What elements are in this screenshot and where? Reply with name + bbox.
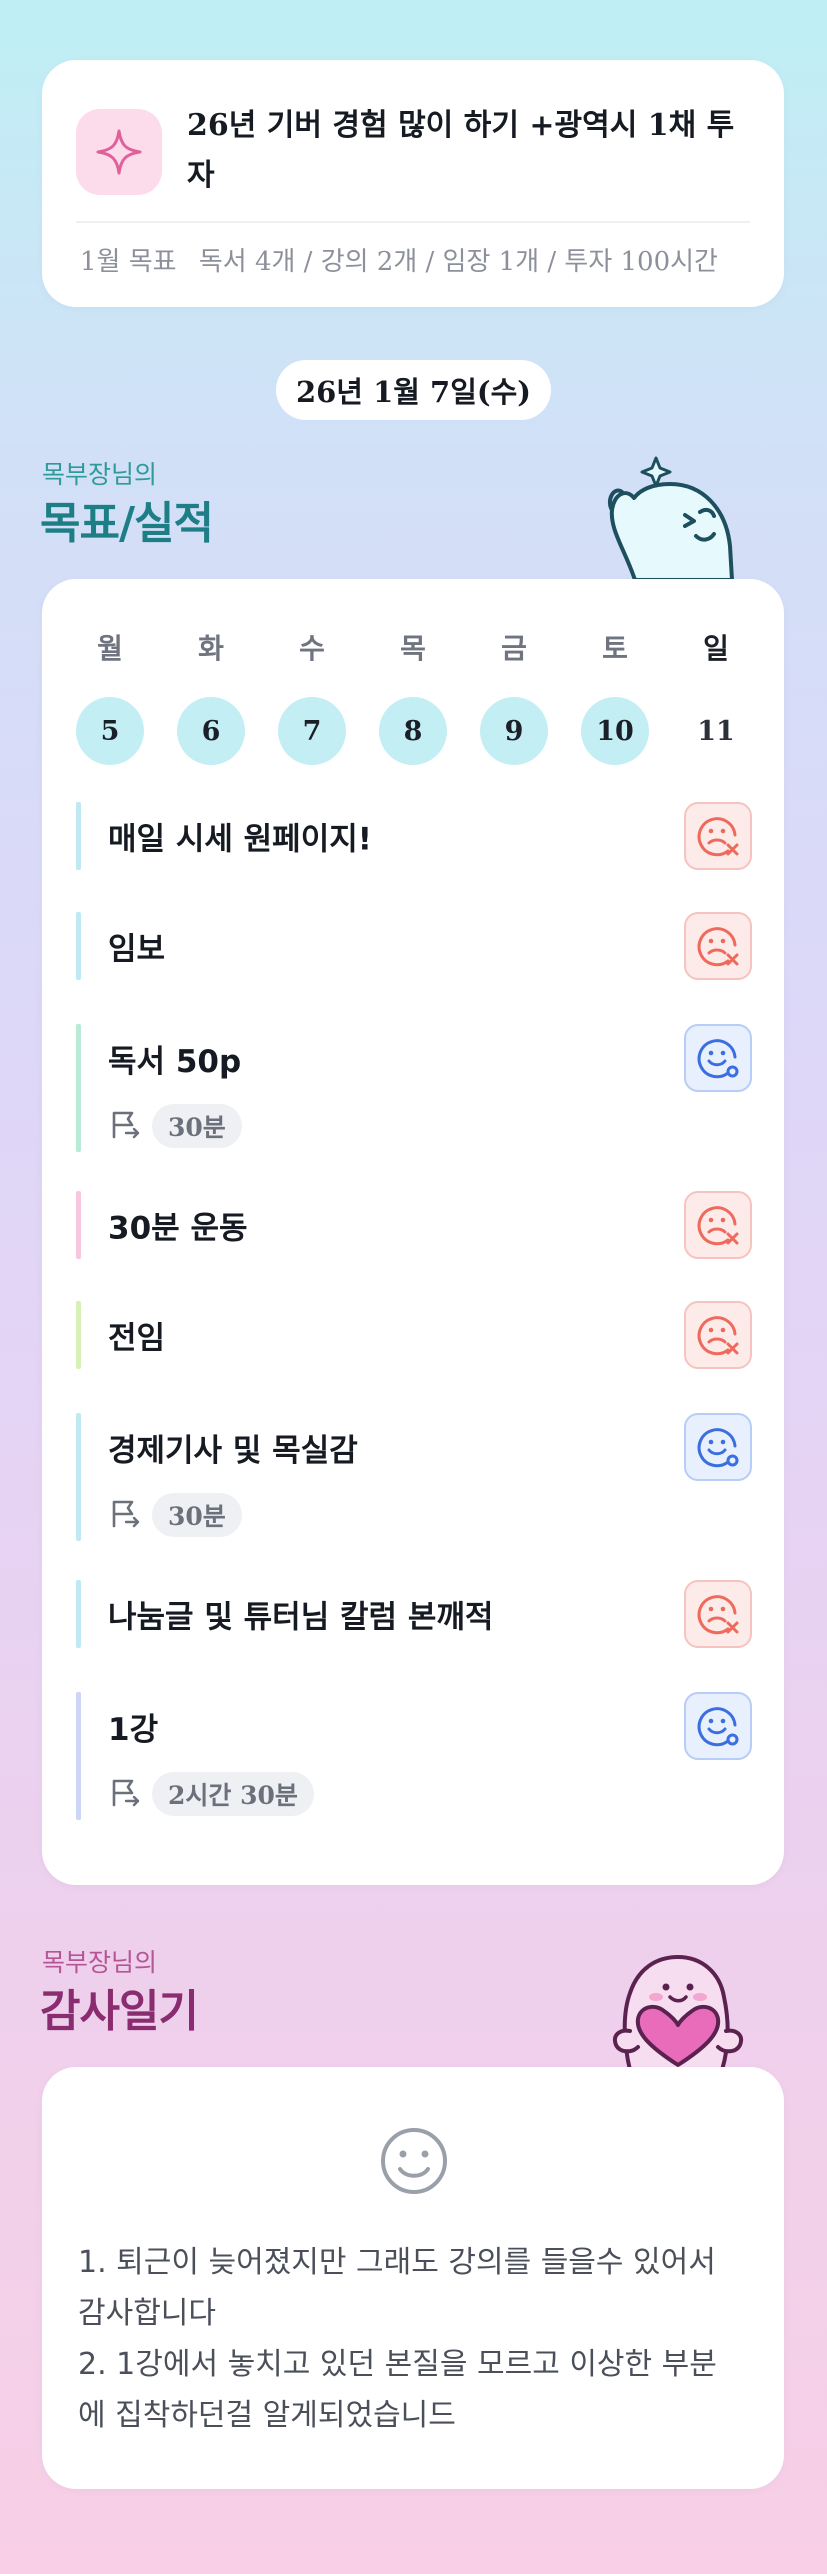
success-face-icon[interactable] [684, 1692, 752, 1760]
day-thu[interactable]: 목 8 [379, 629, 447, 765]
date-pill[interactable]: 26년 1월 7일(수) [276, 360, 551, 420]
day-date: 7 [278, 697, 346, 765]
task-row[interactable]: 1강 2시간 30분 [76, 1692, 752, 1820]
task-row[interactable]: 나눔글 및 튜터님 칼럼 본깨적 [76, 1580, 752, 1648]
success-face-icon[interactable] [684, 1413, 752, 1481]
thanks-card[interactable]: 1. 퇴근이 늦어졌지만 그래도 강의를 들을수 있어서 감사합니다 2. 1강… [42, 2067, 784, 2489]
time-record: 2시간 30분 [108, 1772, 314, 1816]
success-face-icon[interactable] [684, 1024, 752, 1092]
day-name: 금 [501, 632, 527, 665]
day-tue[interactable]: 화 6 [177, 629, 245, 765]
day-mon[interactable]: 월 5 [76, 629, 144, 765]
task-name: 전임 [108, 1320, 166, 1357]
task-name: 나눔글 및 튜터님 칼럼 본깨적 [108, 1599, 494, 1636]
day-name: 목 [400, 632, 426, 665]
month-goal-label: 1월 목표 [80, 247, 177, 277]
goals-section-owner: 목부장님의 [42, 460, 158, 489]
task-color-bar [76, 1580, 81, 1648]
task-color-bar [76, 802, 81, 870]
day-date: 5 [76, 697, 144, 765]
task-name: 경제기사 및 목실감 [108, 1433, 358, 1469]
task-name: 1강 [108, 1712, 159, 1748]
day-date: 8 [379, 697, 447, 765]
task-row[interactable]: 30분 운동 [76, 1191, 752, 1259]
task-row[interactable]: 전임 [76, 1301, 752, 1369]
fail-face-icon[interactable] [684, 1580, 752, 1648]
day-date: 9 [480, 697, 548, 765]
fail-face-icon[interactable] [684, 912, 752, 980]
time-record: 30분 [108, 1104, 242, 1148]
day-name: 수 [299, 632, 325, 665]
task-color-bar [76, 1413, 81, 1541]
time-chip: 30분 [152, 1104, 242, 1148]
mascot-wave-illustration [607, 456, 734, 580]
monthly-goals: 1월 목표 독서 4개 / 강의 2개 / 임장 1개 / 투자 100시간 [80, 241, 764, 278]
thanks-section-title: 감사일기 [40, 1986, 199, 2037]
task-row[interactable]: 경제기사 및 목실감 30분 [76, 1413, 752, 1541]
task-name: 30분 운동 [108, 1210, 248, 1247]
day-sat[interactable]: 토 10 [581, 629, 649, 765]
time-record: 30분 [108, 1493, 242, 1537]
day-name: 일 [703, 632, 729, 665]
flag-icon [108, 1496, 142, 1534]
thanks-line: 1. 퇴근이 늦어졌지만 그래도 강의를 들을수 있어서 [78, 2245, 716, 2280]
day-name: 월 [97, 632, 123, 665]
time-chip: 2시간 30분 [152, 1772, 314, 1816]
flag-icon [108, 1775, 142, 1813]
task-color-bar [76, 1191, 81, 1259]
day-date: 6 [177, 697, 245, 765]
task-name: 독서 50p [108, 1044, 242, 1080]
mascot-heart-illustration [613, 1955, 743, 2070]
task-row[interactable]: 임보 [76, 912, 752, 980]
thanks-section-owner: 목부장님의 [42, 1948, 158, 1977]
fail-face-icon[interactable] [684, 1301, 752, 1369]
task-name: 매일 시세 원페이지! [108, 821, 372, 858]
time-chip: 30분 [152, 1493, 242, 1537]
goal-title: 26년 기버 경험 많이 하기 +광역시 1채 투자 [187, 108, 735, 193]
fail-face-icon[interactable] [684, 802, 752, 870]
day-wed[interactable]: 수 7 [278, 629, 346, 765]
day-date: 10 [581, 697, 649, 765]
day-fri[interactable]: 금 9 [480, 629, 548, 765]
task-row[interactable]: 매일 시세 원페이지! [76, 802, 752, 870]
day-name: 토 [602, 632, 628, 665]
fail-face-icon[interactable] [684, 1191, 752, 1259]
goal-card[interactable]: 26년 기버 경험 많이 하기 +광역시 1채 투자 1월 목표 독서 4개 /… [42, 60, 784, 307]
task-color-bar [76, 912, 81, 980]
smiley-icon[interactable] [378, 2125, 450, 2197]
goals-card: 월 5 화 6 수 7 목 8 금 9 토 10 일 11 매일 시세 원페이지… [42, 579, 784, 1885]
task-color-bar [76, 1301, 81, 1369]
goals-section-title: 목표/실적 [40, 498, 214, 549]
flag-icon [108, 1107, 142, 1145]
month-goal-values: 독서 4개 / 강의 2개 / 임장 1개 / 투자 100시간 [198, 247, 718, 277]
week-selector: 월 5 화 6 수 7 목 8 금 9 토 10 일 11 [42, 629, 784, 769]
day-date: 11 [697, 715, 735, 747]
day-sun[interactable]: 일 11 [682, 629, 750, 765]
thanks-line: 감사합니다 [78, 2296, 216, 2331]
task-name: 임보 [108, 931, 166, 968]
task-color-bar [76, 1024, 81, 1152]
task-color-bar [76, 1692, 81, 1820]
thanks-line: 2. 1강에서 놓치고 있던 본질을 모르고 이상한 부분 [78, 2347, 717, 2382]
divider [76, 221, 750, 223]
sparkle-icon [76, 109, 162, 195]
thanks-line: 에 집착하던걸 알게되었습니드 [78, 2398, 456, 2433]
thanks-diary-text: 1. 퇴근이 늦어졌지만 그래도 강의를 들을수 있어서 감사합니다 2. 1강… [78, 2237, 758, 2441]
day-name: 화 [198, 632, 224, 665]
task-row[interactable]: 독서 50p 30분 [76, 1024, 752, 1152]
